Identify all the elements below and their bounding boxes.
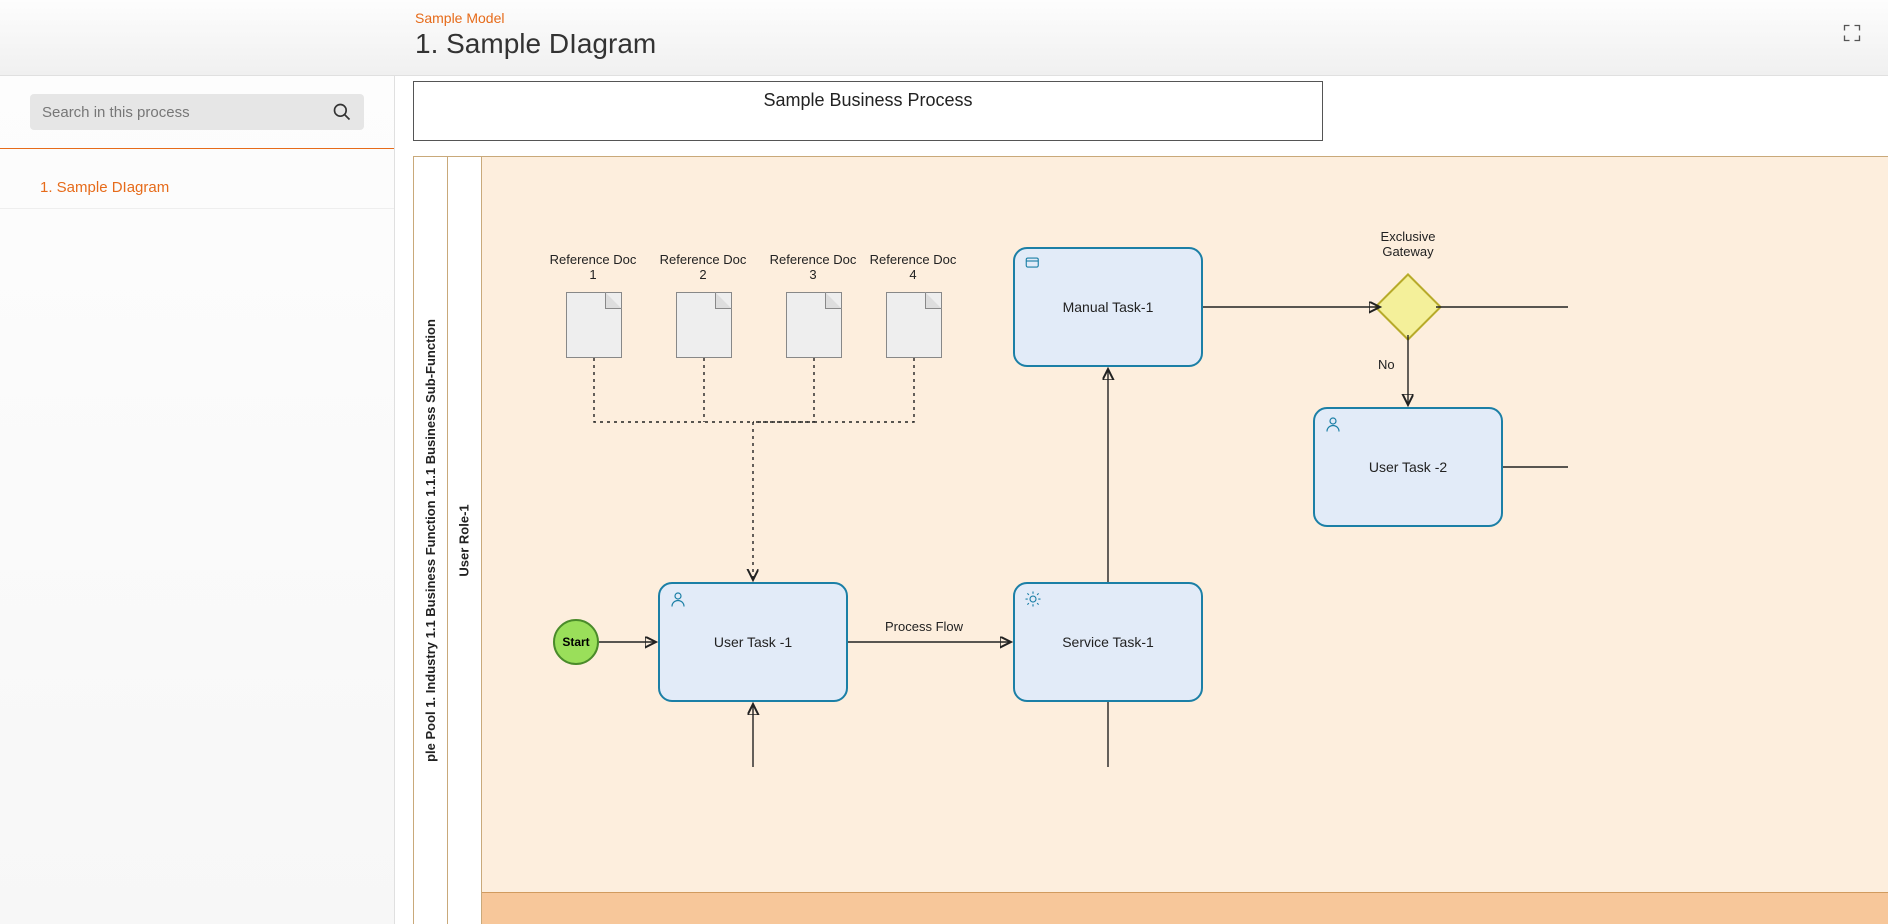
user-task-1-label: User Task -1: [714, 634, 792, 650]
pool-title-bar[interactable]: ple Pool 1. Industry 1.1 Business Functi…: [414, 157, 448, 924]
search-box[interactable]: [30, 94, 364, 130]
lane: User Role-1 Reference Doc 1 Reference Do…: [448, 157, 1888, 924]
nav-list: 1. Sample DIagram: [0, 149, 394, 227]
lane-bottom: [482, 892, 1888, 924]
expand-icon: [1842, 23, 1862, 43]
pool-header[interactable]: Sample Business Process: [413, 81, 1323, 141]
pool-title: ple Pool 1. Industry 1.1 Business Functi…: [423, 319, 438, 762]
doc-1-label: Reference Doc 1: [548, 252, 638, 282]
search-input[interactable]: [42, 104, 332, 121]
edge-label-no: No: [1378, 357, 1395, 372]
diagram-title: 1. Sample DIagram: [415, 28, 1836, 60]
hand-icon: [1023, 255, 1043, 273]
edge-label-process-flow: Process Flow: [885, 619, 963, 634]
start-label: Start: [562, 635, 589, 649]
header: Sample Model 1. Sample DIagram: [0, 0, 1888, 76]
diagram-canvas[interactable]: Sample Business Process ple Pool 1. Indu…: [395, 76, 1888, 924]
doc-1[interactable]: [566, 292, 622, 358]
model-name[interactable]: Sample Model: [415, 10, 1836, 26]
doc-2-label: Reference Doc 2: [658, 252, 748, 282]
doc-3-label: Reference Doc 3: [768, 252, 858, 282]
manual-task-1[interactable]: Manual Task-1: [1013, 247, 1203, 367]
start-event[interactable]: Start: [553, 619, 599, 665]
user-icon: [668, 590, 688, 608]
search-icon: [332, 102, 352, 122]
sidebar: 1. Sample DIagram: [0, 76, 395, 924]
nav-item-sample-diagram[interactable]: 1. Sample DIagram: [0, 167, 394, 209]
pool: ple Pool 1. Industry 1.1 Business Functi…: [413, 156, 1888, 924]
doc-3[interactable]: [786, 292, 842, 358]
user-task-1[interactable]: User Task -1: [658, 582, 848, 702]
user-task-2-label: User Task -2: [1369, 459, 1447, 475]
service-task-1[interactable]: Service Task-1: [1013, 582, 1203, 702]
expand-button[interactable]: [1836, 17, 1868, 54]
manual-task-1-label: Manual Task-1: [1063, 299, 1154, 315]
doc-4[interactable]: [886, 292, 942, 358]
exclusive-gateway[interactable]: [1374, 273, 1442, 341]
doc-2[interactable]: [676, 292, 732, 358]
lane-title-bar[interactable]: User Role-1: [448, 157, 482, 924]
user-icon: [1323, 415, 1343, 433]
gear-icon: [1023, 590, 1043, 608]
service-task-1-label: Service Task-1: [1062, 634, 1154, 650]
lane-title: User Role-1: [457, 504, 472, 576]
gateway-label: Exclusive Gateway: [1368, 229, 1448, 259]
user-task-2[interactable]: User Task -2: [1313, 407, 1503, 527]
doc-4-label: Reference Doc 4: [868, 252, 958, 282]
